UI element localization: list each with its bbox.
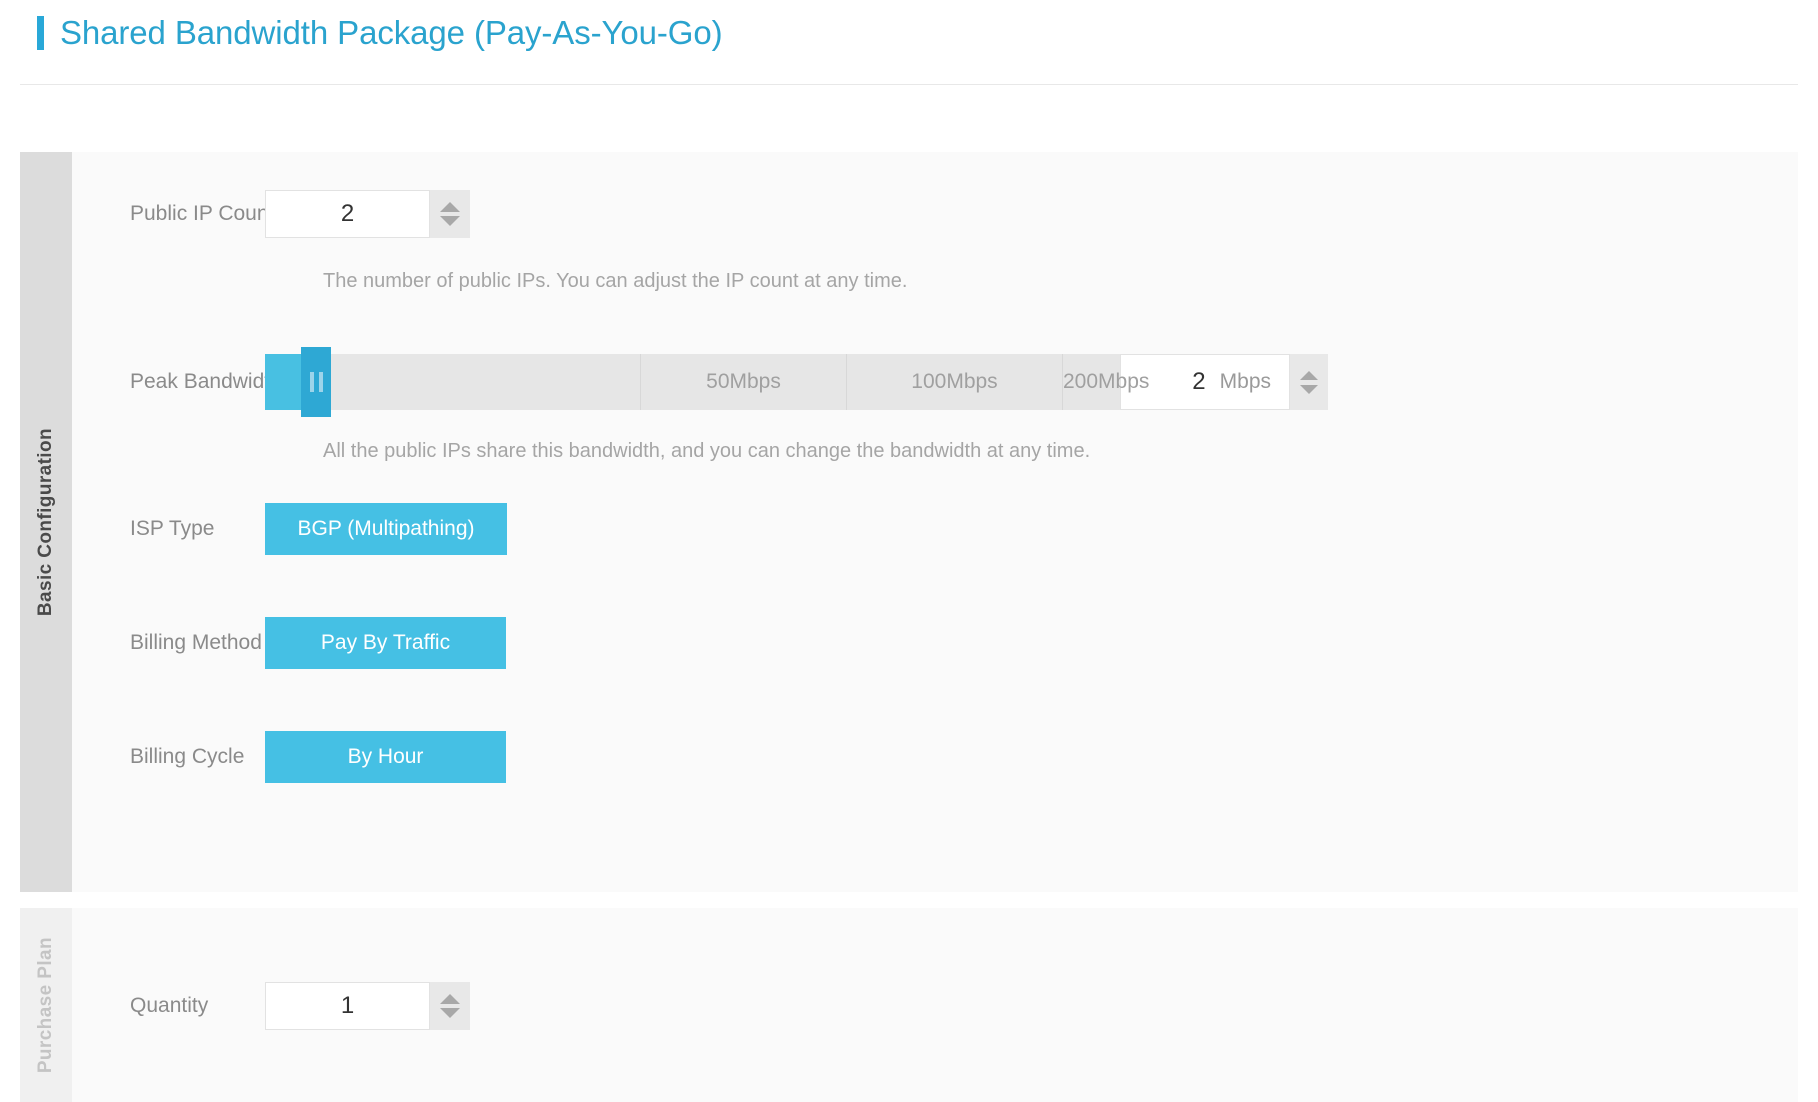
public-ip-count-input[interactable]: 2	[265, 190, 430, 238]
billing-cycle-option-by-hour[interactable]: By Hour	[265, 731, 506, 783]
tab-purchase-plan[interactable]: Purchase Plan	[20, 908, 72, 1102]
label-billing-cycle: Billing Cycle	[130, 745, 245, 768]
field-row-peak-bandwidth: Peak Bandwidth 50Mbps 100Mbps 200Mbps 2 …	[72, 347, 1328, 417]
label-isp-type: ISP Type	[130, 517, 215, 540]
field-row-isp-type: ISP Type BGP (Multipathing)	[72, 503, 507, 555]
field-row-quantity: Quantity 1	[72, 982, 470, 1030]
page-header: Shared Bandwidth Package (Pay-As-You-Go)	[0, 0, 1818, 85]
tab-purchase-plan-label: Purchase Plan	[35, 936, 56, 1074]
label-billing-method: Billing Method	[130, 631, 262, 654]
isp-type-option-bgp-multipathing[interactable]: BGP (Multipathing)	[265, 503, 507, 555]
billing-method-option-pay-by-traffic[interactable]: Pay By Traffic	[265, 617, 506, 669]
peak-bandwidth-slider-handle[interactable]	[301, 347, 331, 417]
tab-basic-configuration-label: Basic Configuration	[35, 427, 56, 617]
caret-up-icon[interactable]	[1300, 370, 1318, 380]
label-quantity: Quantity	[130, 994, 209, 1017]
quantity-input[interactable]: 1	[265, 982, 430, 1030]
peak-bandwidth-control[interactable]: 50Mbps 100Mbps 200Mbps 2 Mbps	[265, 347, 1328, 417]
basic-configuration-body: Public IP Count 2 The number of public I…	[72, 152, 1798, 892]
peak-bandwidth-slider-track[interactable]: 50Mbps 100Mbps 200Mbps	[265, 347, 1149, 417]
page-title: Shared Bandwidth Package (Pay-As-You-Go)	[60, 14, 723, 51]
caret-up-icon[interactable]	[440, 994, 460, 1004]
peak-bandwidth-tick-labels: 50Mbps 100Mbps 200Mbps	[265, 354, 1149, 410]
title-row: Shared Bandwidth Package (Pay-As-You-Go)	[20, 0, 1798, 66]
slider-tick-100mbps[interactable]: 100Mbps	[846, 354, 1062, 410]
purchase-plan-panel: Purchase Plan Quantity 1	[20, 908, 1798, 1102]
helper-peak-bandwidth: All the public IPs share this bandwidth,…	[323, 440, 1091, 462]
slider-tick-50mbps[interactable]: 50Mbps	[640, 354, 846, 410]
peak-bandwidth-unit-label: Mbps	[1219, 370, 1271, 393]
helper-public-ip-count: The number of public IPs. You can adjust…	[323, 270, 908, 292]
tab-basic-configuration[interactable]: Basic Configuration	[20, 152, 72, 892]
quantity-spinner[interactable]	[430, 982, 470, 1030]
caret-down-icon[interactable]	[440, 1008, 460, 1018]
caret-up-icon[interactable]	[440, 202, 460, 212]
quantity-stepper[interactable]: 1	[265, 982, 470, 1030]
slider-grip-line	[309, 372, 314, 392]
slider-grip-line	[318, 372, 323, 392]
slider-tick-200mbps[interactable]: 200Mbps	[1062, 354, 1149, 410]
field-row-billing-cycle: Billing Cycle By Hour	[72, 731, 506, 783]
field-row-billing-method: Billing Method Pay By Traffic	[72, 617, 506, 669]
public-ip-count-stepper[interactable]: 2	[265, 190, 470, 238]
basic-configuration-panel: Basic Configuration Public IP Count 2 Th…	[20, 152, 1798, 892]
peak-bandwidth-spinner[interactable]	[1290, 354, 1328, 410]
label-peak-bandwidth: Peak Bandwidth	[130, 370, 282, 393]
label-public-ip-count: Public IP Count	[130, 202, 275, 225]
field-row-public-ip-count: Public IP Count 2	[72, 190, 470, 238]
title-accent-bar	[37, 16, 44, 50]
header-divider	[20, 84, 1798, 85]
purchase-plan-body: Quantity 1	[72, 908, 1798, 1102]
caret-down-icon[interactable]	[1300, 384, 1318, 394]
public-ip-count-spinner[interactable]	[430, 190, 470, 238]
caret-down-icon[interactable]	[440, 216, 460, 226]
